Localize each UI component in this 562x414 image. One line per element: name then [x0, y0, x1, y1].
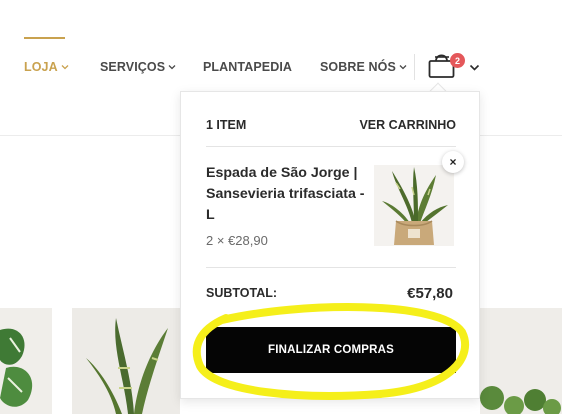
nav-item-label: PLANTAPEDIA	[203, 60, 293, 74]
chevron-down-icon	[399, 65, 407, 70]
nav-item-label: SOBRE NÓS	[320, 60, 396, 74]
checkout-button-label: FINALIZAR COMPRAS	[267, 344, 395, 356]
cart-count-badge: 2	[450, 53, 465, 68]
nav-item-servicos[interactable]: SERVIÇOS	[100, 60, 176, 74]
cart-item-quantity-price: 2 × €28,90	[206, 233, 268, 248]
active-nav-indicator	[24, 37, 65, 39]
subtotal-value: €57,80	[407, 285, 453, 302]
chevron-down-icon	[61, 65, 69, 70]
mini-cart-dropdown: 1 ITEM VER CARRINHO Espada de São Jorge …	[180, 91, 480, 399]
nav-item-sobre-nos[interactable]: SOBRE NÓS	[320, 60, 407, 74]
close-icon: ×	[449, 155, 457, 169]
product-image[interactable]	[72, 308, 180, 414]
cart-item-count: 1 ITEM	[206, 118, 247, 132]
subtotal-label: SUBTOTAL:	[206, 286, 278, 300]
chevron-down-icon[interactable]	[469, 63, 480, 72]
product-image[interactable]	[0, 308, 52, 414]
cart-item-title[interactable]: Espada de São Jorge | Sansevieria trifas…	[206, 163, 371, 226]
checkout-button[interactable]: FINALIZAR COMPRAS	[206, 327, 456, 373]
divider	[206, 267, 456, 268]
mini-cart-header: 1 ITEM VER CARRINHO	[206, 118, 456, 132]
nav-divider	[414, 54, 415, 80]
divider	[206, 146, 456, 147]
nav-item-label: LOJA	[24, 60, 58, 74]
nav-item-label: SERVIÇOS	[100, 60, 166, 74]
nav-item-loja[interactable]: LOJA	[24, 60, 69, 74]
cart-item-thumbnail[interactable]	[374, 165, 454, 246]
nav-item-plantapedia[interactable]: PLANTAPEDIA	[203, 60, 292, 74]
chevron-down-icon	[168, 65, 176, 70]
remove-item-button[interactable]: ×	[442, 151, 464, 173]
view-cart-link[interactable]: VER CARRINHO	[359, 118, 456, 132]
product-image[interactable]	[480, 308, 562, 414]
